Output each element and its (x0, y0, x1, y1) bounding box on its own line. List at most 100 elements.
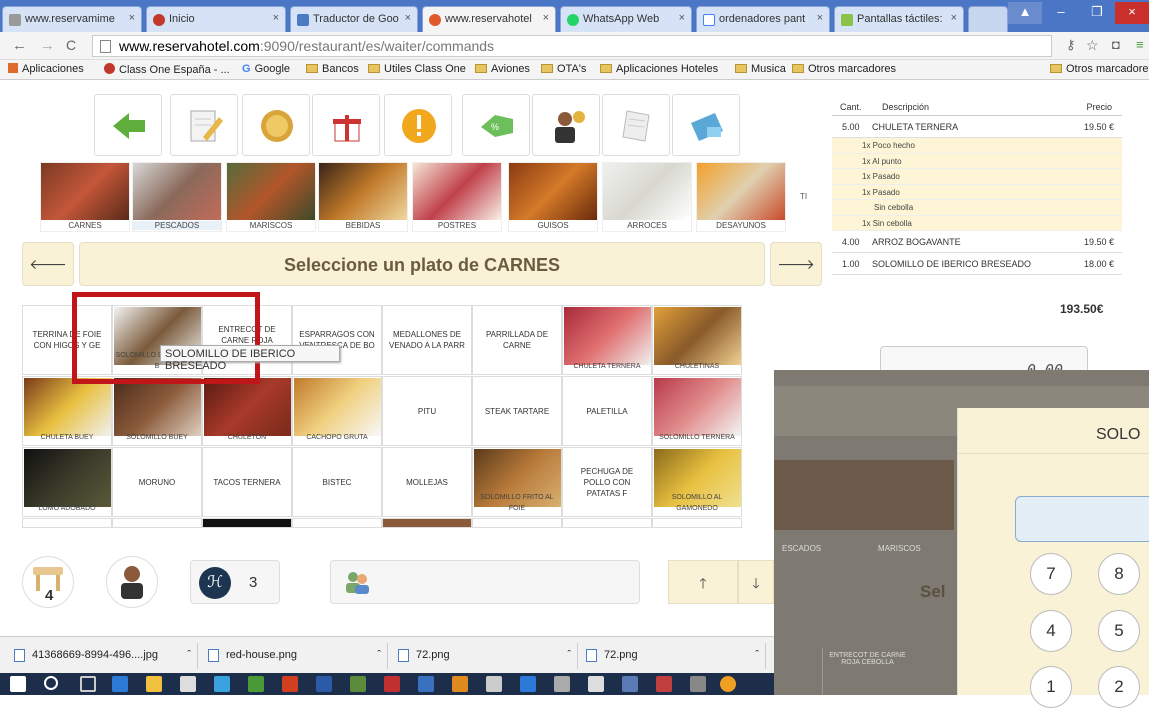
file-explorer-icon[interactable] (146, 676, 162, 692)
bookmark-item[interactable]: Aplicaciones (8, 63, 84, 75)
gift-button[interactable] (312, 94, 380, 156)
scroll-up-button[interactable]: 🡑 (668, 560, 738, 604)
dish-item[interactable] (562, 518, 652, 528)
chevron-up-icon[interactable]: ˆ (187, 649, 191, 661)
app-icon[interactable] (452, 676, 468, 692)
browser-tab[interactable]: ordenadores pant × (696, 6, 830, 32)
scroll-down-button[interactable]: 🡓 (738, 560, 774, 604)
category-more[interactable]: TI (790, 162, 820, 232)
dish-item[interactable]: SOLOMILLO BUEY (112, 376, 202, 446)
prev-category-button[interactable]: 🡐 (22, 242, 74, 286)
dish-item[interactable]: PECHUGA DE POLLO CON PATATAS F (562, 447, 652, 517)
download-item[interactable]: 72.png ˆ (580, 643, 766, 669)
dish-item[interactable]: CHULETON (202, 376, 292, 446)
menu-icon[interactable]: ≡ (1136, 37, 1144, 52)
close-icon[interactable]: × (679, 12, 685, 24)
bookmark-folder[interactable]: OTA's (541, 63, 586, 75)
dish-item[interactable]: MOLLEJAS (382, 447, 472, 517)
reload-icon[interactable]: C (66, 37, 76, 53)
dish-item[interactable]: SOLOMILLO FRITO AL FOIE (472, 447, 562, 517)
ie-icon[interactable] (520, 676, 536, 692)
dish-item[interactable]: SOLOMILLO TERNERA (652, 376, 742, 446)
waiter-select-button[interactable] (106, 556, 158, 608)
app-icon[interactable] (486, 676, 502, 692)
url-input[interactable]: www.reservahotel.com:9090/restaurant/es/… (92, 35, 1052, 57)
dish-item[interactable] (202, 518, 292, 528)
dish-item[interactable] (382, 518, 472, 528)
edit-button[interactable] (170, 94, 238, 156)
star-icon[interactable]: ☆ (1086, 37, 1099, 54)
category-desayunos[interactable]: DESAYUNOS (696, 162, 786, 232)
dish-item[interactable]: ESPARRAGOS CON VENTRESCA DE BO (292, 305, 382, 375)
store-icon[interactable] (180, 676, 196, 692)
bookmark-folder[interactable]: Bancos (306, 63, 359, 75)
browser-tab[interactable]: Inicio × (146, 6, 286, 32)
close-icon[interactable]: × (273, 12, 279, 24)
dish-item[interactable]: BISTEC (292, 447, 382, 517)
payment-button[interactable] (672, 94, 740, 156)
dish-item[interactable]: MORUNO (112, 447, 202, 517)
dish-item[interactable]: PALETILLA (562, 376, 652, 446)
app-icon[interactable] (418, 676, 434, 692)
category-bebidas[interactable]: BEBIDAS (318, 162, 408, 232)
dish-item[interactable] (652, 518, 742, 528)
category-postres[interactable]: POSTRES (412, 162, 502, 232)
close-window-button[interactable]: × (1115, 2, 1149, 24)
dish-item[interactable] (472, 518, 562, 528)
bookmark-folder-other[interactable]: Otros marcadores (1050, 63, 1149, 75)
download-item[interactable]: red-house.png ˆ (202, 643, 388, 669)
category-guisos[interactable]: GUISOS (508, 162, 598, 232)
close-icon[interactable]: × (817, 12, 823, 24)
order-row[interactable]: 5.00 CHULETA TERNERA 19.50 € (832, 116, 1122, 138)
app-icon[interactable] (282, 676, 298, 692)
numpad-key[interactable]: 4 (1030, 610, 1072, 652)
app-icon[interactable] (554, 676, 570, 692)
bookmark-folder[interactable]: Musica (735, 63, 786, 75)
dish-item[interactable]: CHULETA TERNERA (562, 305, 652, 375)
dish-item[interactable]: CACHOPO GRUTA (292, 376, 382, 446)
minimize-button[interactable]: – (1044, 2, 1078, 24)
task-view-icon[interactable] (80, 676, 96, 692)
bookmark-folder[interactable]: Otros marcadores (792, 63, 896, 75)
alert-button[interactable] (384, 94, 452, 156)
download-item[interactable]: 41368669-8994-496....jpg ˆ (8, 643, 198, 669)
diners-button[interactable]: ℋ3 (190, 560, 280, 604)
browser-tab[interactable]: www.reservamime × (2, 6, 142, 32)
app-icon[interactable] (248, 676, 264, 692)
windows-start-icon[interactable] (10, 676, 26, 692)
bookmark-item[interactable]: G Google (242, 63, 290, 75)
app-icon[interactable] (690, 676, 706, 692)
app-icon[interactable] (622, 676, 638, 692)
back-button[interactable] (94, 94, 162, 156)
back-icon[interactable]: ← (12, 37, 27, 54)
extension-icon[interactable]: ◘ (1112, 37, 1120, 52)
app-icon[interactable] (214, 676, 230, 692)
quantity-input[interactable] (1015, 496, 1149, 542)
browser-tab-active[interactable]: www.reservahotel × (422, 6, 556, 32)
waiter-button[interactable] (532, 94, 600, 156)
key-icon[interactable]: ⚷ (1066, 37, 1076, 53)
edge-icon[interactable] (112, 676, 128, 692)
table-button[interactable]: 4 (22, 556, 74, 608)
dish-item[interactable] (292, 518, 382, 528)
close-icon[interactable]: × (951, 12, 957, 24)
order-row[interactable]: 1.00 SOLOMILLO DE IBERICO BRESEADO 18.00… (832, 253, 1122, 275)
search-icon[interactable] (44, 676, 58, 690)
download-item[interactable]: 72.png ˆ (392, 643, 578, 669)
dish-item[interactable]: TACOS TERNERA (202, 447, 292, 517)
next-category-button[interactable]: 🡒 (770, 242, 822, 286)
category-mariscos[interactable]: MARISCOS (226, 162, 316, 232)
close-icon[interactable]: × (405, 12, 411, 24)
close-icon[interactable]: × (543, 12, 549, 24)
browser-tab[interactable]: Traductor de Goo × (290, 6, 418, 32)
dish-item[interactable]: STEAK TARTARE (472, 376, 562, 446)
category-pescados[interactable]: PESCADOS (132, 162, 222, 232)
dish-item[interactable]: LOMO ADOBADO (22, 447, 112, 517)
dish-item[interactable]: PITU (382, 376, 472, 446)
bookmark-item[interactable]: Class One España - ... (104, 63, 230, 76)
app-icon[interactable] (656, 676, 672, 692)
dish-item[interactable]: MEDALLONES DE VENADO A LA PARR (382, 305, 472, 375)
restore-button[interactable]: ❐ (1080, 2, 1114, 24)
customer-field[interactable] (330, 560, 640, 604)
order-row[interactable]: 4.00 ARROZ BOGAVANTE 19.50 € (832, 231, 1122, 253)
